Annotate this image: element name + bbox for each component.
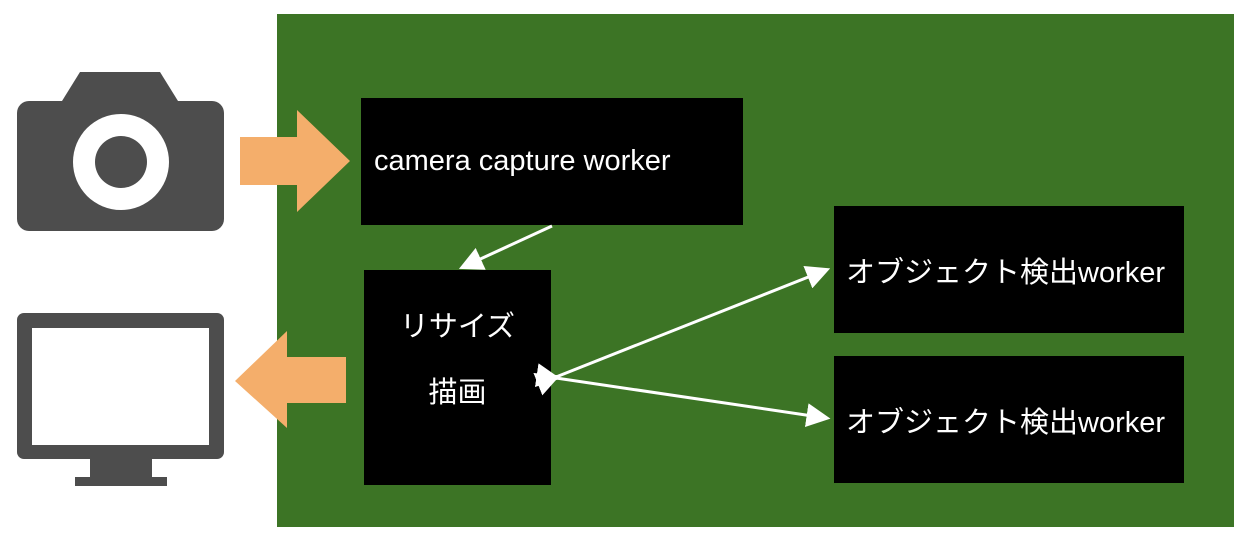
capture-to-resize-connector	[458, 224, 553, 270]
camera-icon	[17, 72, 224, 231]
resize-to-detector2-connector	[534, 363, 831, 428]
diagram-overlay	[17, 72, 831, 486]
monitor-icon	[17, 313, 224, 486]
resize-to-detector1-connector	[533, 266, 831, 396]
camera-input-arrow	[240, 110, 350, 212]
display-output-arrow	[235, 331, 346, 428]
